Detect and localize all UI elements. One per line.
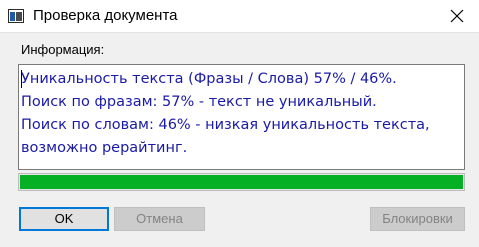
locks-button[interactable]: Блокировки (370, 207, 465, 231)
app-window-icon (8, 9, 24, 23)
cancel-button[interactable]: Отмена (114, 207, 205, 231)
close-button[interactable] (435, 0, 479, 32)
info-line-words: Поиск по словам: 46% - низкая уникальнос… (21, 117, 430, 133)
progress-fill (20, 175, 463, 189)
info-line-phrases: Поиск по фразам: 57% - текст не уникальн… (21, 94, 377, 110)
window-title: Проверка документа (33, 7, 178, 24)
close-icon (450, 9, 464, 23)
info-label: Информация: (21, 42, 105, 57)
progress-bar (18, 173, 465, 191)
text-caret (21, 70, 22, 88)
info-line-rewrite: возможно рерайтинг. (21, 140, 188, 156)
info-line-uniqueness: Уникальность текста (Фразы / Слова) 57% … (21, 71, 397, 87)
title-bar: Проверка документа (0, 0, 479, 33)
ok-button[interactable]: OK (19, 207, 109, 231)
info-text-area[interactable]: Уникальность текста (Фразы / Слова) 57% … (18, 64, 465, 170)
